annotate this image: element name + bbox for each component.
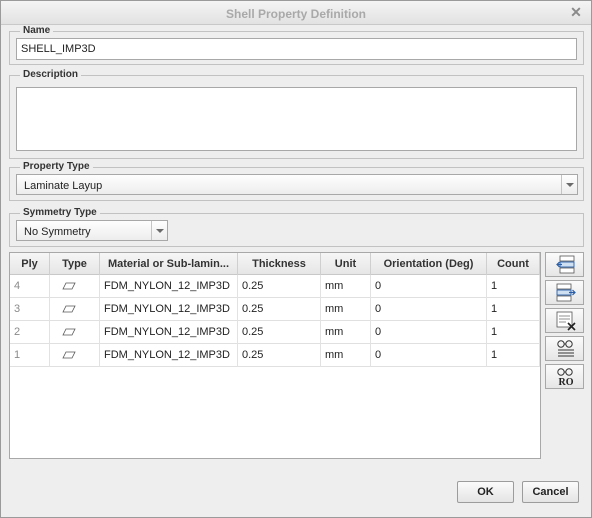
material-cell: FDM_NYLON_12_IMP3D [100, 321, 238, 344]
close-icon[interactable]: ✕ [569, 5, 583, 19]
ply-cell: 4 [10, 275, 50, 298]
material-cell: FDM_NYLON_12_IMP3D [100, 275, 238, 298]
count-cell: 1 [487, 344, 540, 367]
chevron-down-icon[interactable] [151, 221, 167, 240]
type-cell [50, 298, 100, 321]
column-header-unit[interactable]: Unit [321, 253, 371, 275]
description-label: Description [20, 69, 82, 80]
dialog-title: Shell Property Definition [225, 7, 366, 21]
insert-ply-before-icon [556, 255, 575, 274]
property-type-select[interactable]: Laminate Layup [16, 174, 578, 195]
thickness-cell: 0.25 [238, 298, 321, 321]
table-row[interactable]: 4 FDM_NYLON_12_IMP3D 0.25 mm 0 1 [10, 275, 540, 298]
shell-property-dialog: Shell Property Definition ✕ Name SHELL_I… [0, 0, 592, 518]
ply-cell: 1 [10, 344, 50, 367]
chevron-down-icon[interactable] [561, 175, 577, 194]
unit-cell: mm [321, 321, 371, 344]
table-header: Ply Type Material or Sub-lamin... Thickn… [10, 253, 540, 275]
unit-cell: mm [321, 275, 371, 298]
property-type-label: Property Type [20, 161, 93, 172]
thickness-cell: 0.25 [238, 344, 321, 367]
insert-ply-before-button[interactable] [545, 252, 584, 277]
thickness-cell: 0.25 [238, 321, 321, 344]
ply-table[interactable]: Ply Type Material or Sub-lamin... Thickn… [9, 252, 541, 459]
ply-shape-icon [62, 282, 76, 290]
insert-ply-after-button[interactable] [545, 280, 584, 305]
name-input[interactable]: SHELL_IMP3D [16, 38, 577, 60]
material-cell: FDM_NYLON_12_IMP3D [100, 298, 238, 321]
count-cell: 1 [487, 321, 540, 344]
column-header-type[interactable]: Type [50, 253, 100, 275]
table-row[interactable]: 3 FDM_NYLON_12_IMP3D 0.25 mm 0 1 [10, 298, 540, 321]
ply-cell: 2 [10, 321, 50, 344]
column-header-material[interactable]: Material or Sub-lamin... [100, 253, 238, 275]
orientation-cell: 0 [371, 275, 487, 298]
insert-ply-after-icon [556, 283, 576, 302]
type-cell [50, 275, 100, 298]
ro-text: RO [559, 377, 574, 387]
ply-shape-icon [62, 328, 76, 336]
type-cell [50, 321, 100, 344]
column-header-thickness[interactable]: Thickness [238, 253, 321, 275]
count-cell: 1 [487, 275, 540, 298]
view-layup-icon [557, 340, 574, 357]
thickness-cell: 0.25 [238, 275, 321, 298]
column-header-count[interactable]: Count [487, 253, 540, 275]
table-row[interactable]: 1 FDM_NYLON_12_IMP3D 0.25 mm 0 1 [10, 344, 540, 367]
table-row[interactable]: 2 FDM_NYLON_12_IMP3D 0.25 mm 0 1 [10, 321, 540, 344]
column-header-ply[interactable]: Ply [10, 253, 50, 275]
property-type-value: Laminate Layup [24, 180, 103, 192]
count-cell: 1 [487, 298, 540, 321]
ply-cell: 3 [10, 298, 50, 321]
cancel-button[interactable]: Cancel [522, 481, 579, 503]
ply-shape-icon [62, 305, 76, 313]
material-cell: FDM_NYLON_12_IMP3D [100, 344, 238, 367]
view-ro-button[interactable]: RO [545, 364, 584, 389]
ply-shape-icon [62, 351, 76, 359]
symmetry-type-value: No Symmetry [24, 226, 91, 238]
view-layup-button[interactable] [545, 336, 584, 361]
orientation-cell: 0 [371, 321, 487, 344]
column-header-orientation[interactable]: Orientation (Deg) [371, 253, 487, 275]
unit-cell: mm [321, 344, 371, 367]
ok-button[interactable]: OK [457, 481, 514, 503]
title-bar[interactable]: Shell Property Definition ✕ [1, 1, 591, 25]
orientation-cell: 0 [371, 344, 487, 367]
orientation-cell: 0 [371, 298, 487, 321]
description-textarea[interactable] [16, 87, 577, 151]
name-label: Name [20, 25, 54, 36]
symmetry-type-label: Symmetry Type [20, 207, 100, 218]
symmetry-type-select[interactable]: No Symmetry [16, 220, 168, 241]
view-ro-icon: RO [557, 368, 574, 387]
unit-cell: mm [321, 298, 371, 321]
delete-ply-icon [556, 311, 576, 331]
delete-ply-button[interactable] [545, 308, 584, 333]
type-cell [50, 344, 100, 367]
